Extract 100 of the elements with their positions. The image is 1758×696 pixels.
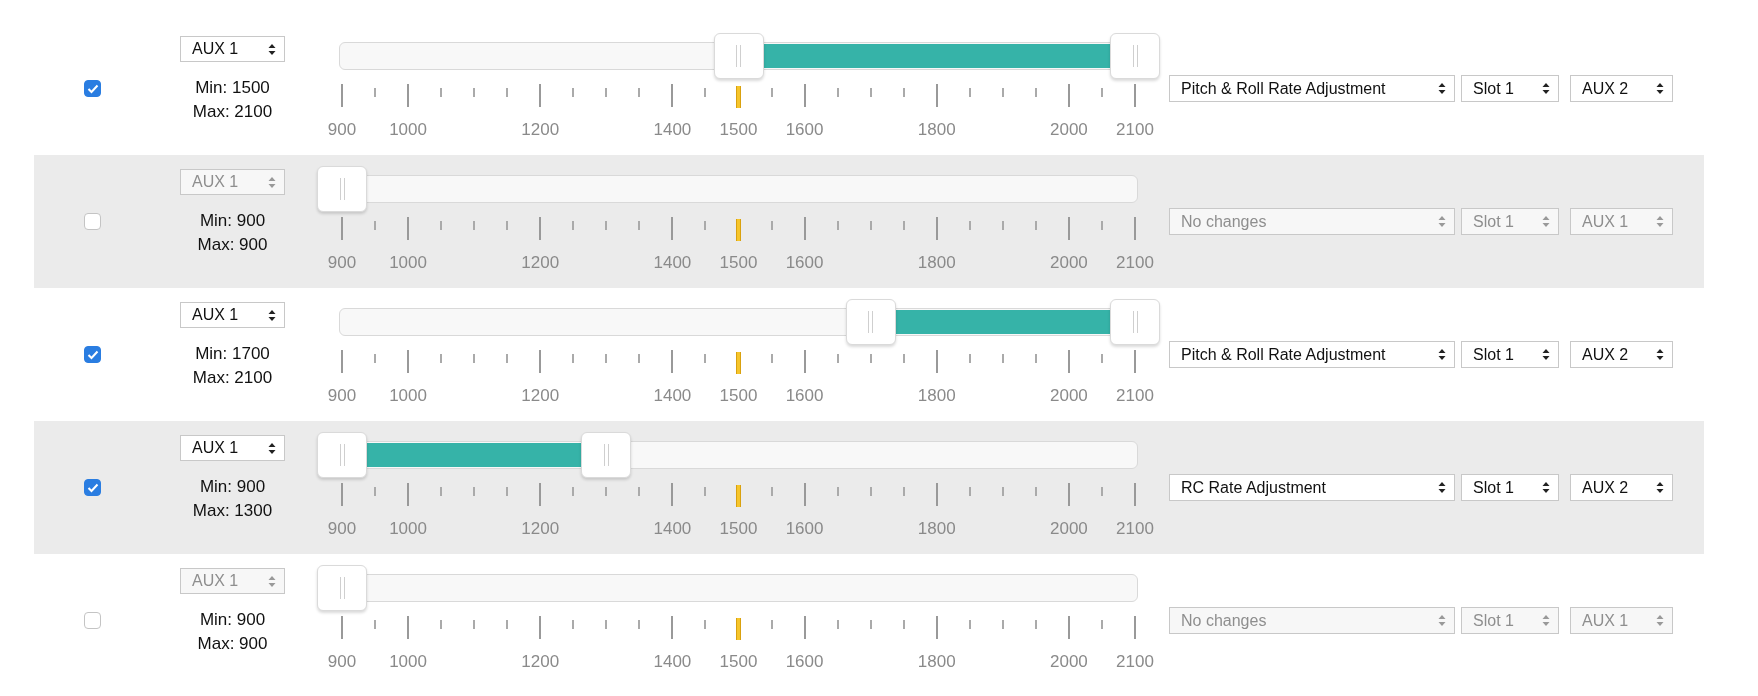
dropdown-caret-icon	[1656, 82, 1664, 95]
scale-label: 1200	[521, 253, 560, 273]
checkmark-icon	[86, 482, 99, 493]
scale-label: 1400	[653, 652, 692, 672]
scale-label: 1500	[719, 519, 758, 539]
scale-label: 1800	[917, 386, 956, 406]
function-select[interactable]: Pitch & Roll Rate Adjustment	[1169, 75, 1455, 102]
checkbox[interactable]	[84, 479, 101, 496]
scale-label: 1000	[389, 120, 427, 140]
scale-label: 900	[327, 120, 357, 140]
scale-label: 1600	[785, 652, 824, 672]
scale-label: 2100	[1116, 120, 1154, 140]
scale-label: 2100	[1116, 253, 1154, 273]
scale-label: 1500	[719, 386, 758, 406]
scale-label: 2100	[1116, 652, 1154, 672]
scale-label: 1000	[389, 652, 427, 672]
dropdown-caret-icon	[1656, 481, 1664, 494]
min-value: Min: 1700	[195, 343, 270, 365]
scale-label: 1800	[917, 120, 956, 140]
scale-label: 1800	[917, 253, 956, 273]
switch-select[interactable]: AUX 2	[1570, 474, 1673, 501]
scale-label: 2000	[1050, 120, 1088, 140]
min-value: Min: 1500	[195, 77, 270, 99]
scale-label: 1200	[521, 120, 560, 140]
scale-label: 1800	[917, 652, 956, 672]
value-indicator	[736, 352, 741, 374]
scale-label: 1500	[719, 120, 758, 140]
scale-label: 1000	[389, 386, 427, 406]
scale-label: 1800	[917, 519, 956, 539]
switch-select[interactable]: AUX 2	[1570, 75, 1673, 102]
dropdown-caret-icon	[1438, 348, 1446, 361]
scale-label: 1400	[653, 386, 692, 406]
dropdown-caret-icon	[1438, 215, 1446, 228]
switch-select[interactable]: AUX 2	[1570, 341, 1673, 368]
dropdown-caret-icon	[268, 308, 276, 322]
dropdown-caret-icon	[1438, 82, 1446, 95]
scale-label: 2000	[1050, 386, 1088, 406]
scale-label: 2100	[1116, 386, 1154, 406]
channel-select[interactable]: AUX 1	[180, 36, 285, 62]
scale-label: 900	[327, 253, 357, 273]
scale-label: 2000	[1050, 253, 1088, 273]
min-value: Min: 900	[199, 476, 266, 498]
function-select[interactable]: Pitch & Roll Rate Adjustment	[1169, 341, 1455, 368]
value-indicator	[736, 618, 741, 640]
function-select[interactable]: RC Rate Adjustment	[1169, 474, 1455, 501]
slot-select[interactable]: Slot 1	[1461, 474, 1559, 501]
scale-label: 1200	[521, 386, 560, 406]
dropdown-caret-icon	[1656, 614, 1664, 627]
max-value: Max: 2100	[192, 101, 273, 123]
channel-select[interactable]: AUX 1	[180, 302, 285, 328]
value-indicator	[736, 86, 741, 108]
max-value: Max: 900	[197, 234, 268, 256]
scale-label: 2100	[1116, 519, 1154, 539]
dropdown-caret-icon	[268, 574, 276, 588]
dropdown-caret-icon	[268, 42, 276, 56]
scale-label: 900	[327, 519, 357, 539]
dropdown-caret-icon	[1542, 614, 1550, 627]
scale-label: 1600	[785, 519, 824, 539]
scale-label: 1600	[785, 386, 824, 406]
max-value: Max: 1300	[192, 500, 273, 522]
scale-label: 1400	[653, 253, 692, 273]
dropdown-caret-icon	[1542, 82, 1550, 95]
checkbox[interactable]	[84, 612, 101, 629]
slot-select[interactable]: Slot 1	[1461, 75, 1559, 102]
checkmark-icon	[86, 349, 99, 360]
scale-label: 1400	[653, 120, 692, 140]
checkbox[interactable]	[84, 346, 101, 363]
dropdown-caret-icon	[268, 441, 276, 455]
dropdown-caret-icon	[1438, 614, 1446, 627]
scale-label: 1400	[653, 519, 692, 539]
checkbox[interactable]	[84, 80, 101, 97]
scale-label: 1500	[719, 652, 758, 672]
checkmark-icon	[86, 83, 99, 94]
dropdown-caret-icon	[1656, 348, 1664, 361]
scale-label: 1200	[521, 519, 560, 539]
dropdown-caret-icon	[1542, 215, 1550, 228]
checkbox[interactable]	[84, 213, 101, 230]
scale-label: 1500	[719, 253, 758, 273]
dropdown-caret-icon	[1542, 481, 1550, 494]
min-value: Min: 900	[199, 609, 266, 631]
max-value: Max: 900	[197, 633, 268, 655]
max-value: Max: 2100	[192, 367, 273, 389]
dropdown-caret-icon	[268, 175, 276, 189]
scale-label: 2000	[1050, 652, 1088, 672]
scale-label: 1600	[785, 120, 824, 140]
scale-label: 1000	[389, 519, 427, 539]
scale-label: 900	[327, 386, 357, 406]
scale-label: 1000	[389, 253, 427, 273]
scale-label: 1600	[785, 253, 824, 273]
scale-label: 1200	[521, 652, 560, 672]
value-indicator	[736, 485, 741, 507]
dropdown-caret-icon	[1438, 481, 1446, 494]
min-value: Min: 900	[199, 210, 266, 232]
channel-select[interactable]: AUX 1	[180, 435, 285, 461]
value-indicator	[736, 219, 741, 241]
slot-select[interactable]: Slot 1	[1461, 341, 1559, 368]
scale-label: 2000	[1050, 519, 1088, 539]
dropdown-caret-icon	[1656, 215, 1664, 228]
scale-label: 900	[327, 652, 357, 672]
dropdown-caret-icon	[1542, 348, 1550, 361]
